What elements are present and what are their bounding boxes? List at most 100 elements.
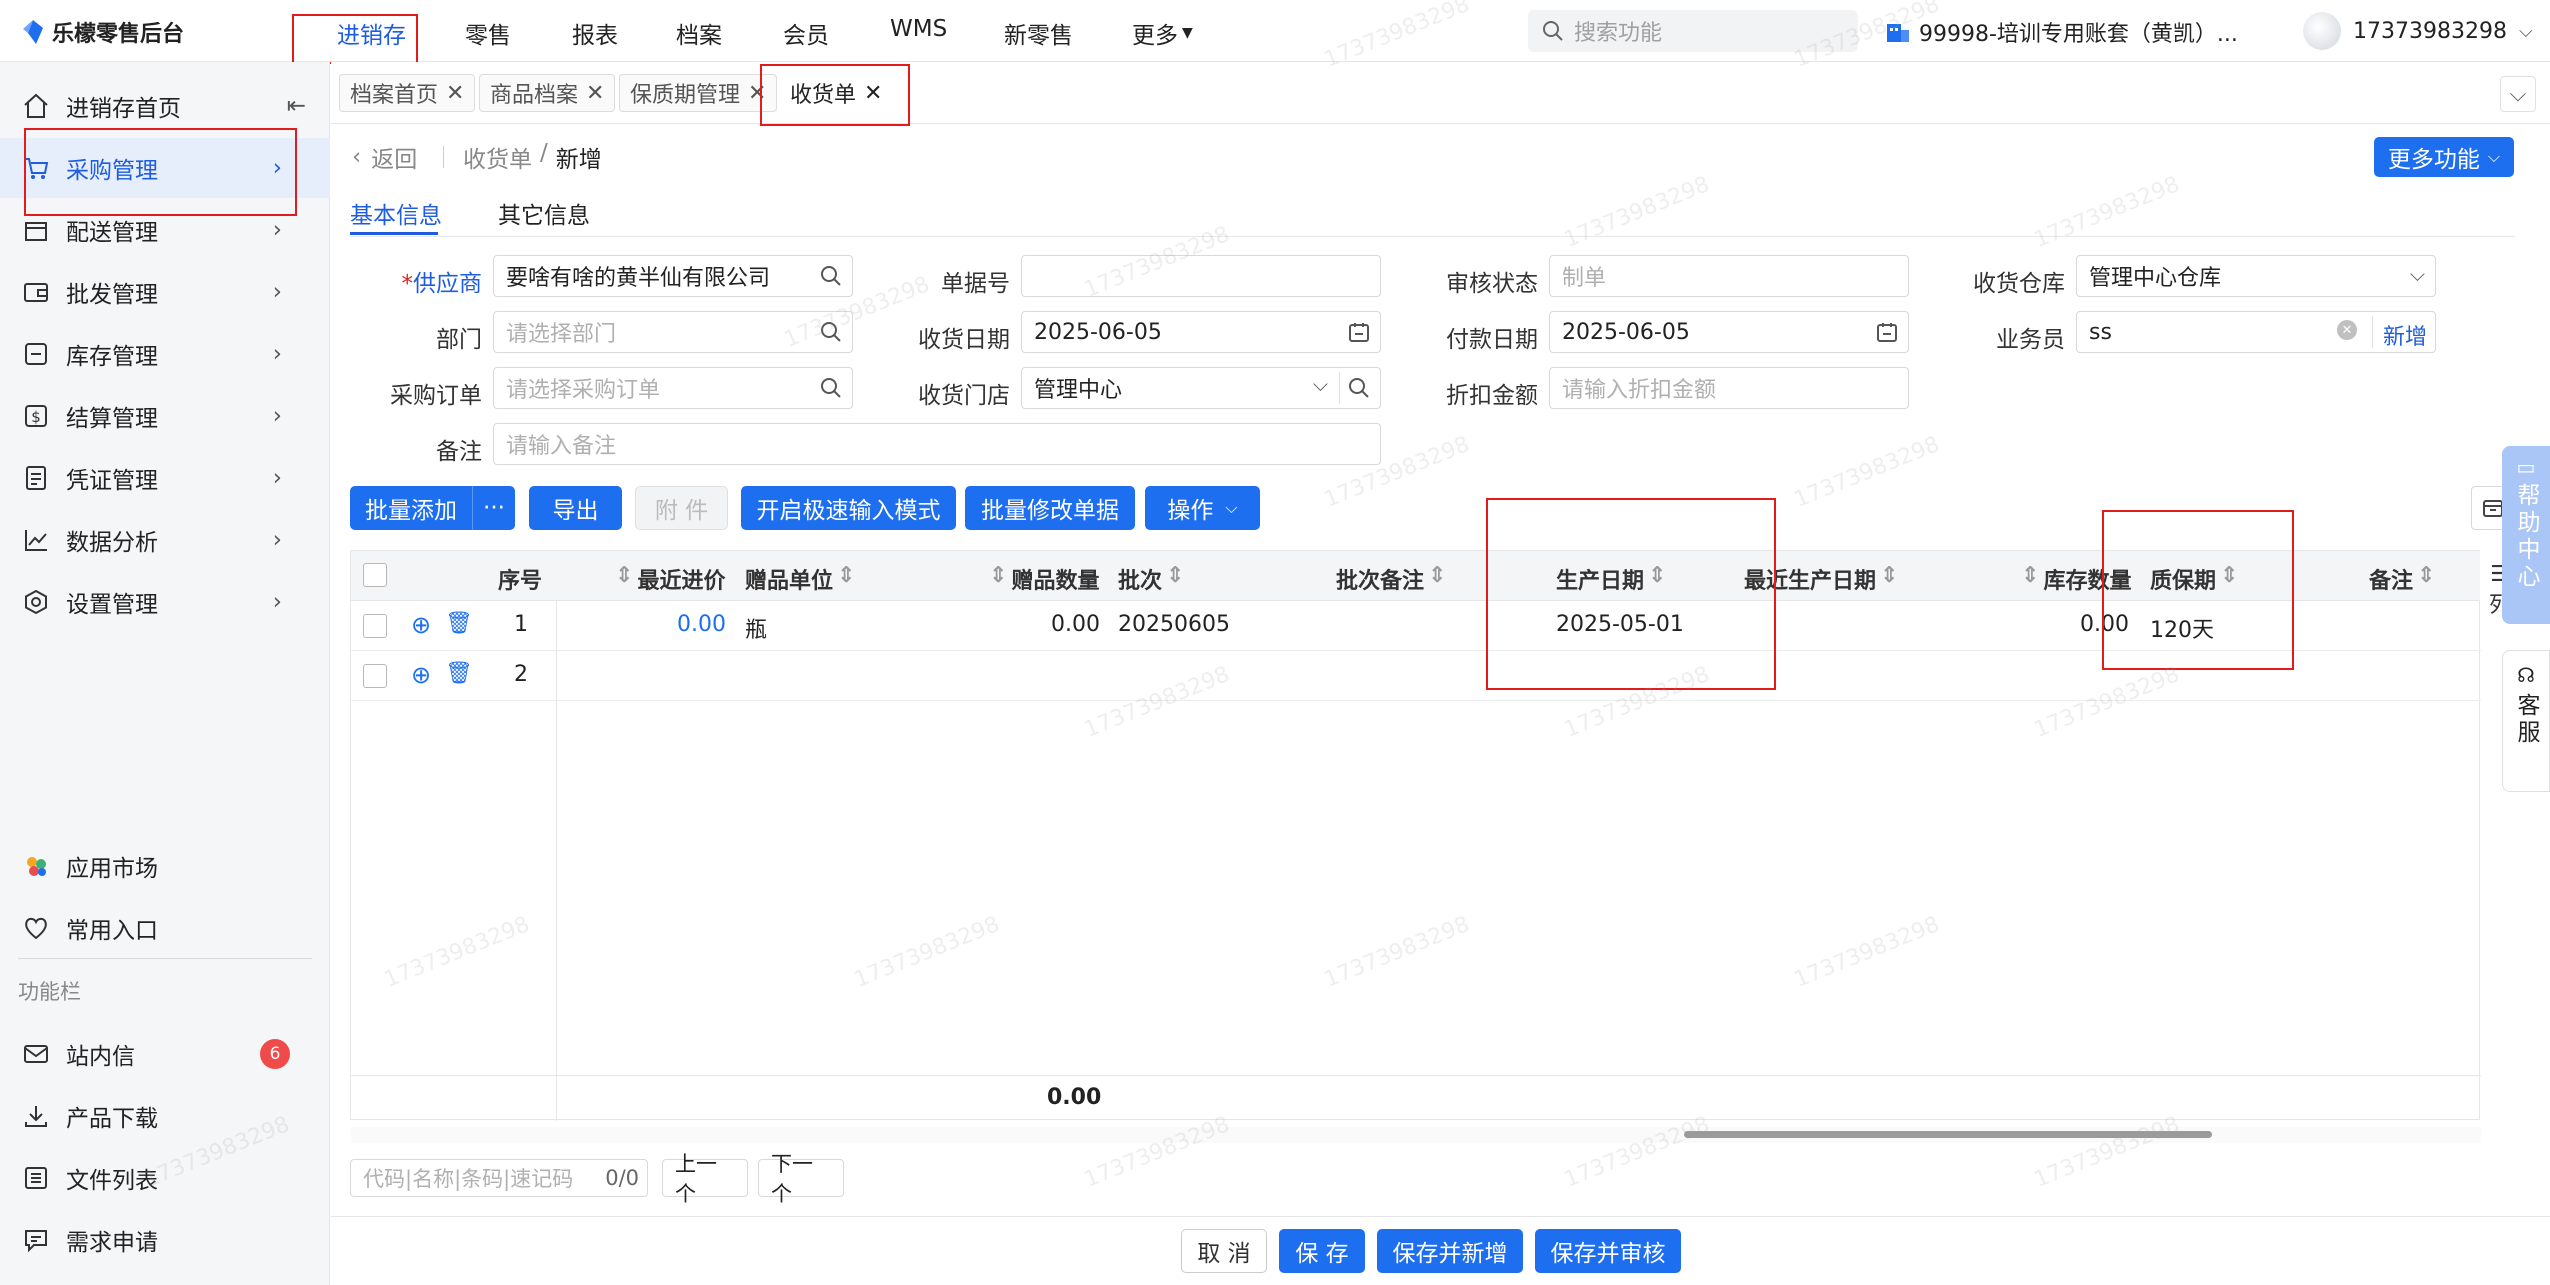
dept-field[interactable]: 请选择部门 (493, 311, 853, 353)
discount-field[interactable]: 请输入折扣金额 (1549, 367, 1909, 409)
subtab-basic-info[interactable]: 基本信息 (350, 196, 442, 230)
cell-batch[interactable]: 20250605 (1118, 612, 1230, 637)
remark-field[interactable]: 请输入备注 (493, 423, 1381, 465)
sidebar-item-requests[interactable]: 需求申请 (0, 1210, 330, 1270)
find-next-button[interactable]: 下一个 (758, 1152, 844, 1206)
horizontal-scrollbar[interactable] (351, 1127, 2481, 1143)
pay-date-field[interactable]: 2025-06-05 (1549, 311, 1909, 353)
add-salesman-link[interactable]: 新增 (2383, 319, 2427, 351)
tabs-dropdown-icon[interactable]: ⌵ (2500, 76, 2536, 112)
sidebar-item-messages[interactable]: 站内信 6 (0, 1024, 330, 1084)
close-icon[interactable]: ✕ (586, 81, 604, 106)
po-field[interactable]: 请选择采购订单 (493, 367, 853, 409)
cell-recent-price[interactable]: 0.00 (677, 612, 726, 637)
sidebar-item-download[interactable]: 产品下载 (0, 1086, 330, 1146)
batch-add-button[interactable]: 批量添加 ··· (350, 486, 515, 530)
help-center-float[interactable]: ▭ 帮助中心 (2502, 446, 2550, 624)
warehouse-label: 收货仓库 (1973, 271, 2065, 297)
dollar-icon: $ (25, 405, 47, 427)
scrollbar-thumb[interactable] (1684, 1131, 2212, 1138)
back-link[interactable]: ‹ 返回 (352, 140, 417, 174)
tab-product-archive[interactable]: 商品档案 ✕ (479, 74, 616, 112)
recv-date-field[interactable]: 2025-06-05 (1021, 311, 1381, 353)
sidebar-item-inventory[interactable]: 库存管理 › (0, 324, 330, 384)
collapse-sidebar-icon[interactable]: ⇤ (287, 93, 306, 119)
batch-add-more[interactable]: ··· (473, 495, 515, 521)
export-button[interactable]: 导出 (529, 486, 622, 530)
sidebar-item-favorites[interactable]: 常用入口 (0, 898, 330, 958)
add-row-icon[interactable]: ⊕ (411, 661, 431, 689)
fast-mode-button[interactable]: 开启极速输入模式 (741, 486, 956, 530)
tab-archive-home[interactable]: 档案首页 ✕ (339, 74, 476, 112)
breadcrumb-parent[interactable]: 收货单 (463, 140, 532, 174)
sidebar-item-settlement[interactable]: $ 结算管理 › (0, 386, 330, 446)
nav-baobiao[interactable]: 报表 (572, 16, 618, 50)
supplier-label[interactable]: 供应商 (413, 271, 482, 297)
sort-icon: ⇕ (989, 563, 1008, 588)
sidebar-item-app-market[interactable]: 应用市场 (0, 836, 330, 896)
sidebar-item-wholesale[interactable]: 批发管理 › (0, 262, 330, 322)
sidebar-item-home[interactable]: 进销存首页 ⇤ (0, 76, 330, 136)
nav-wms[interactable]: WMS (890, 16, 947, 42)
row-checkbox[interactable] (363, 614, 387, 638)
docno-label: 单据号 (941, 271, 1010, 297)
tab-shelf-life[interactable]: 保质期管理 ✕ (619, 74, 778, 112)
supplier-value: 要啥有啥的黄半仙有限公司 (506, 266, 771, 291)
row-checkbox[interactable] (363, 664, 387, 688)
delete-row-icon[interactable]: 🗑 (445, 661, 473, 686)
sidebar-item-voucher[interactable]: 凭证管理 › (0, 448, 330, 508)
nav-dangan[interactable]: 档案 (676, 16, 722, 50)
operations-button[interactable]: 操作 ⌵ (1145, 486, 1260, 530)
col-batch-remark[interactable]: 批次备注 ⇕ (1336, 563, 1446, 595)
nav-xinlingshou[interactable]: 新零售 (1004, 16, 1073, 50)
store-select[interactable]: 管理中心 ⌵ (1021, 367, 1381, 409)
col-remark[interactable]: 备注 ⇕ (2369, 563, 2435, 595)
supplier-field[interactable]: 要啥有啥的黄半仙有限公司 (493, 255, 853, 297)
more-functions-button[interactable]: 更多功能 ⌵ (2374, 137, 2514, 177)
subtab-other-info[interactable]: 其它信息 (498, 196, 590, 230)
clear-icon[interactable]: ✕ (2337, 320, 2357, 340)
cancel-button[interactable]: 取 消 (1181, 1229, 1267, 1273)
pay-date-value: 2025-06-05 (1562, 319, 1690, 345)
warehouse-value: 管理中心仓库 (2089, 266, 2222, 291)
account-switcher[interactable]: 99998-培训专用账套（黄凯）... (1885, 16, 2238, 48)
user-menu[interactable]: 17373983298 ⌵ (2303, 12, 2533, 50)
col-gift-unit[interactable]: 赠品单位 ⇕ (745, 563, 855, 595)
warehouse-select[interactable]: 管理中心仓库 ⌵ (2076, 255, 2436, 297)
col-recent-price[interactable]: ⇕ 最近进价 (615, 563, 725, 595)
nav-more[interactable]: 更多 ▼ (1132, 16, 1193, 50)
store-label: 收货门店 (918, 383, 1010, 409)
summary-divider (351, 1075, 2481, 1076)
sidebar-item-settings[interactable]: 设置管理 › (0, 572, 330, 632)
cell-gift-unit[interactable]: 瓶 (745, 612, 767, 644)
row-finder-input[interactable]: 代码|名称|条码|速记码 0/0 (350, 1159, 648, 1197)
customer-service-float[interactable]: ☊ 客服 (2502, 650, 2550, 792)
cell-gift-qty[interactable]: 0.00 (1051, 612, 1100, 637)
delete-row-icon[interactable]: 🗑 (445, 611, 473, 636)
col-batch-remark-label: 批次备注 (1336, 569, 1425, 594)
save-button[interactable]: 保 存 (1279, 1229, 1365, 1273)
logo-icon (23, 20, 43, 44)
save-new-button[interactable]: 保存并新增 (1377, 1229, 1523, 1273)
watermark: 17373983298 (1560, 1112, 1714, 1193)
sidebar-item-label: 文件列表 (66, 1168, 158, 1194)
highlight-box-nav (292, 14, 418, 64)
add-row-icon[interactable]: ⊕ (411, 611, 431, 639)
col-gift-qty[interactable]: ⇕ 赠品数量 (989, 563, 1099, 595)
salesman-field[interactable]: ss ✕ 新增 (2076, 311, 2436, 353)
nav-huiyuan[interactable]: 会员 (783, 16, 829, 50)
nav-lingshou[interactable]: 零售 (465, 16, 511, 50)
sidebar-item-files[interactable]: 文件列表 (0, 1148, 330, 1208)
find-prev-button[interactable]: 上一个 (662, 1152, 748, 1206)
docno-field[interactable] (1021, 255, 1381, 297)
col-batch[interactable]: 批次 ⇕ (1118, 563, 1184, 595)
select-all-checkbox[interactable] (363, 563, 387, 587)
attach-button: 附 件 (635, 486, 728, 530)
save-audit-button[interactable]: 保存并审核 (1535, 1229, 1681, 1273)
app-logo[interactable]: 乐檬零售后台 (22, 16, 184, 48)
search-input[interactable]: 搜索功能 (1528, 10, 1858, 52)
sidebar-item-analysis[interactable]: 数据分析 › (0, 510, 330, 570)
batch-edit-button[interactable]: 批量修改单据 (965, 486, 1135, 530)
search-icon (1349, 378, 1369, 398)
close-icon[interactable]: ✕ (446, 81, 464, 106)
